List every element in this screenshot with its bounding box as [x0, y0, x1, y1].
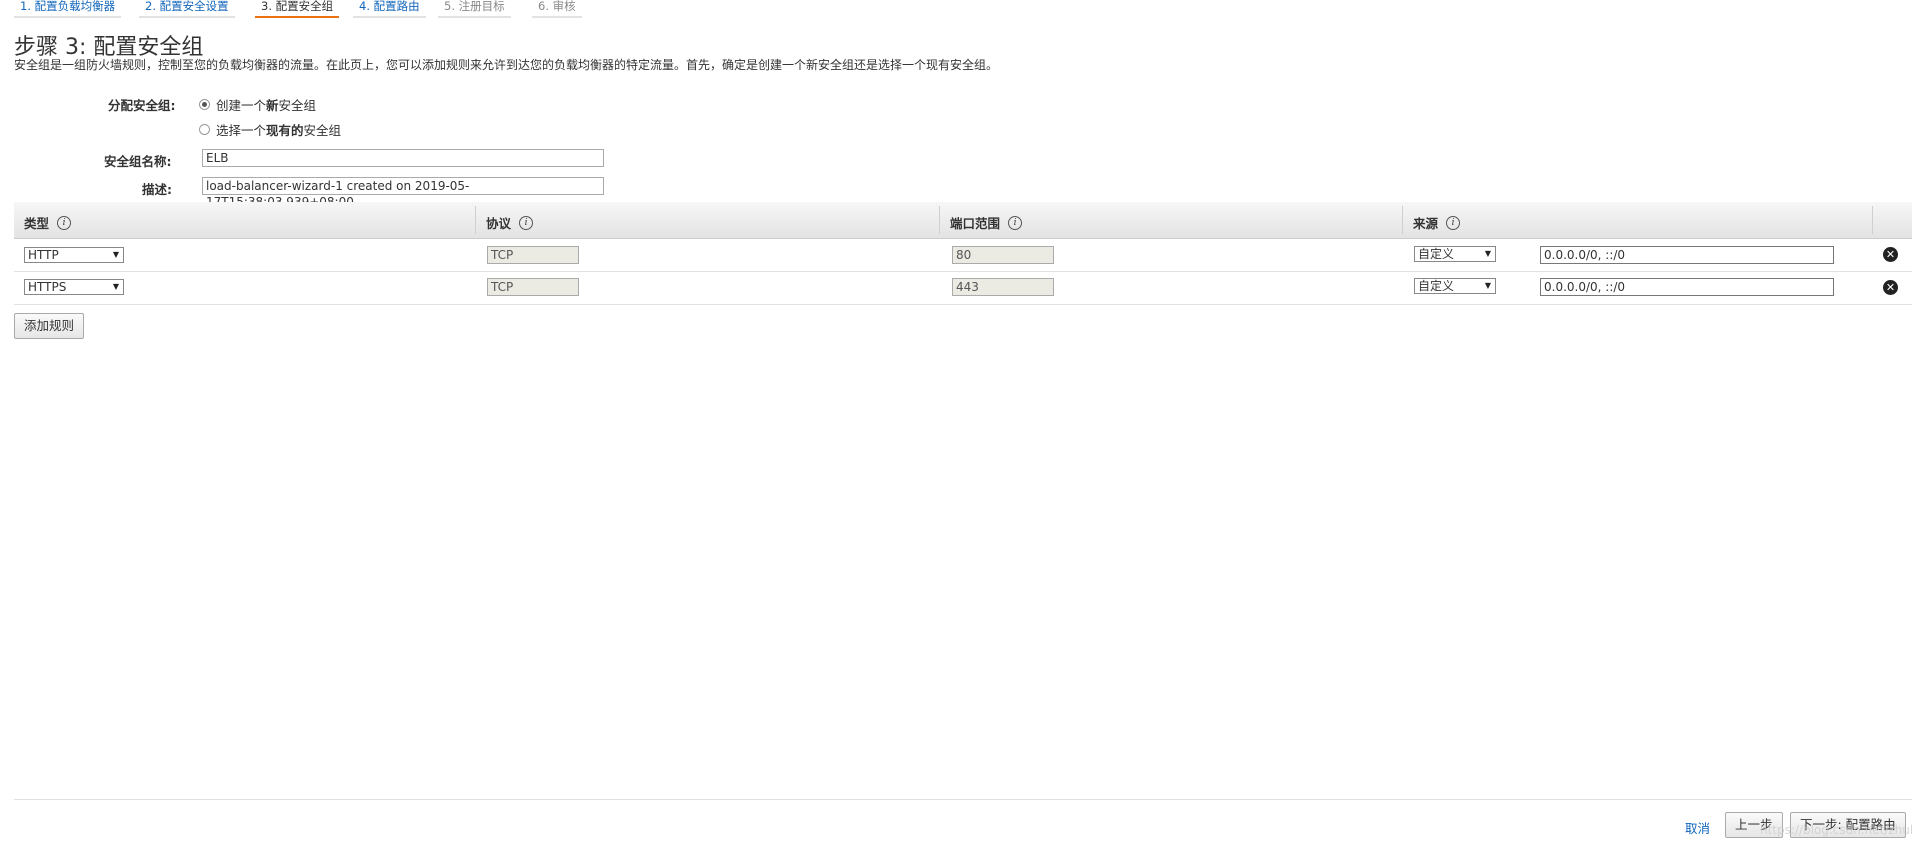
rule-type-select[interactable]: HTTP ▼: [24, 247, 124, 263]
header-type: 类型 i: [24, 213, 72, 232]
header-source: 来源 i: [1413, 213, 1461, 232]
security-group-name-input[interactable]: ELB: [202, 149, 604, 167]
info-icon[interactable]: i: [1008, 215, 1023, 230]
source-cidr-input[interactable]: 0.0.0.0/0, ::/0: [1540, 246, 1834, 264]
add-rule-button[interactable]: 添加规则: [14, 313, 85, 339]
header-protocol: 协议 i: [486, 213, 534, 232]
protocol-field: TCP: [487, 246, 579, 264]
table-row: HTTP ▼ TCP 80 自定义 ▼ 0.0.0.0/0, ::/0 ✕: [14, 239, 1912, 272]
protocol-field: TCP: [487, 278, 579, 296]
remove-rule-icon[interactable]: ✕: [1883, 280, 1898, 295]
next-configure-routing-button[interactable]: 下一步: 配置路由: [1790, 812, 1906, 838]
radio-select-existing-group[interactable]: 选择一个现有的安全组: [199, 120, 341, 139]
column-divider: [1872, 206, 1873, 234]
tab-configure-security-settings[interactable]: 2. 配置安全设置: [139, 0, 235, 18]
rules-table-header: 类型 i 协议 i 端口范围 i 来源 i: [14, 202, 1912, 239]
tab-configure-security-groups[interactable]: 3. 配置安全组: [255, 0, 340, 18]
tab-configure-routing[interactable]: 4. 配置路由: [353, 0, 426, 18]
radio-button-selected[interactable]: [199, 99, 210, 110]
column-divider: [939, 206, 940, 234]
table-row: HTTPS ▼ TCP 443 自定义 ▼ 0.0.0.0/0, ::/0 ✕: [14, 272, 1912, 305]
description-input[interactable]: load-balancer-wizard-1 created on 2019-0…: [202, 177, 604, 209]
dropdown-arrow-icon: ▼: [1484, 249, 1491, 258]
radio-button-unselected[interactable]: [199, 124, 210, 135]
port-range-field: 443: [952, 278, 1054, 296]
page-description: 安全组是一组防火墙规则，控制至您的负载均衡器的流量。在此页上，您可以添加规则来允…: [14, 58, 999, 72]
info-icon[interactable]: i: [519, 215, 534, 230]
radio-create-new-group[interactable]: 创建一个新安全组: [199, 95, 316, 114]
dropdown-arrow-icon: ▼: [112, 250, 119, 259]
column-divider: [475, 206, 476, 234]
radio-select-existing-label: 选择一个现有的安全组: [216, 123, 342, 138]
assign-security-group-label: 分配安全组:: [108, 98, 176, 113]
previous-button[interactable]: 上一步: [1725, 812, 1783, 838]
tab-register-targets: 5. 注册目标: [438, 0, 511, 18]
footer-divider: [14, 799, 1912, 800]
info-icon[interactable]: i: [57, 215, 72, 230]
port-range-field: 80: [952, 246, 1054, 264]
security-group-name-label: 安全组名称:: [104, 154, 172, 169]
source-type-select[interactable]: 自定义 ▼: [1414, 246, 1496, 262]
description-label: 描述:: [142, 182, 172, 197]
rule-type-select[interactable]: HTTPS ▼: [24, 279, 124, 295]
dropdown-arrow-icon: ▼: [112, 282, 119, 291]
source-cidr-input[interactable]: 0.0.0.0/0, ::/0: [1540, 278, 1834, 296]
remove-rule-icon[interactable]: ✕: [1883, 247, 1898, 262]
header-port-range: 端口范围 i: [950, 213, 1023, 232]
cancel-link[interactable]: 取消: [1685, 818, 1710, 837]
dropdown-arrow-icon: ▼: [1484, 281, 1491, 290]
radio-create-new-label: 创建一个新安全组: [216, 98, 317, 113]
column-divider: [1402, 206, 1403, 234]
source-type-select[interactable]: 自定义 ▼: [1414, 278, 1496, 294]
tab-configure-load-balancer[interactable]: 1. 配置负载均衡器: [14, 0, 122, 18]
info-icon[interactable]: i: [1446, 215, 1461, 230]
tab-review: 6. 审核: [532, 0, 582, 18]
